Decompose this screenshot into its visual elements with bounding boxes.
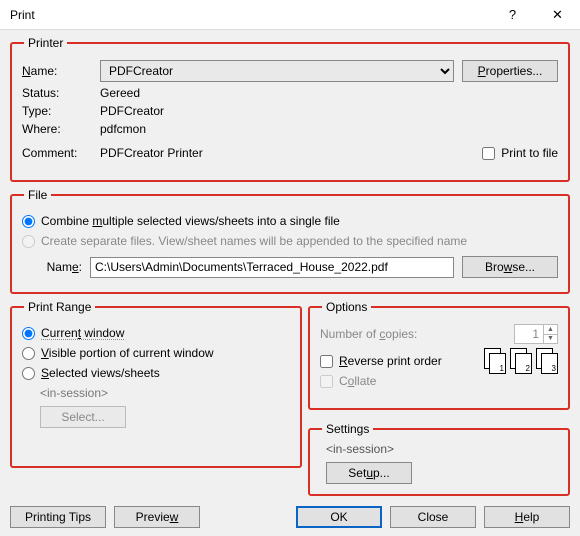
options-legend: Options [322, 300, 371, 314]
collate-check: Collate [320, 374, 476, 388]
copies-spinner: 1 ▲▼ [514, 324, 558, 344]
type-label: Type: [22, 104, 92, 118]
reverse-checkbox[interactable] [320, 355, 333, 368]
file-name-label: Name: [22, 260, 82, 274]
current-window-radio[interactable]: Current window [22, 326, 290, 340]
collate-icons: 1 2 3 [484, 348, 558, 374]
separate-label: Create separate files. View/sheet names … [41, 234, 467, 248]
visible-portion-label: Visible portion of current window [41, 346, 214, 360]
footer: Printing Tips Preview OK Close Help [10, 502, 570, 528]
spinner-down[interactable]: ▼ [544, 334, 557, 344]
separate-radio-input [22, 235, 35, 248]
preview-button[interactable]: Preview [114, 506, 200, 528]
page-icon: 3 [536, 348, 558, 374]
printer-legend: Printer [24, 36, 67, 50]
help-button[interactable]: ? [490, 0, 535, 30]
titlebar: Print ? ✕ [0, 0, 580, 30]
setup-button[interactable]: Setup... [326, 462, 412, 484]
printer-group: Printer Name: PDFCreator Properties... S… [10, 36, 570, 182]
printer-name-label: Name: [22, 64, 92, 78]
where-value: pdfcmon [100, 122, 146, 136]
combine-radio-input[interactable] [22, 215, 35, 228]
combine-label: Combine multiple selected views/sheets i… [41, 214, 340, 228]
selected-views-label: Selected views/sheets [41, 366, 160, 380]
reverse-check[interactable]: Reverse print order [320, 354, 476, 368]
options-group: Options Number of copies: 1 ▲▼ Reverse p… [308, 300, 570, 410]
window-title: Print [10, 8, 490, 22]
collate-label: Collate [339, 374, 376, 388]
collate-checkbox [320, 375, 333, 388]
print-range-legend: Print Range [24, 300, 95, 314]
settings-legend: Settings [322, 422, 373, 436]
file-legend: File [24, 188, 51, 202]
separate-radio: Create separate files. View/sheet names … [22, 234, 558, 248]
print-to-file-label: Print to file [501, 146, 558, 160]
help-footer-button[interactable]: Help [484, 506, 570, 528]
current-window-label: Current window [41, 326, 124, 340]
reverse-label: Reverse print order [339, 354, 442, 368]
settings-group: Settings <in-session> Setup... [308, 422, 570, 496]
printing-tips-button[interactable]: Printing Tips [10, 506, 106, 528]
close-button[interactable]: ✕ [535, 0, 580, 30]
select-button: Select... [40, 406, 126, 428]
properties-button[interactable]: Properties... [462, 60, 558, 82]
settings-in-session: <in-session> [326, 442, 558, 456]
combine-radio[interactable]: Combine multiple selected views/sheets i… [22, 214, 558, 228]
file-path-input[interactable] [90, 257, 454, 278]
printer-name-select[interactable]: PDFCreator [100, 60, 454, 82]
visible-portion-radio-input[interactable] [22, 347, 35, 360]
status-label: Status: [22, 86, 92, 100]
print-to-file-checkbox[interactable] [482, 147, 495, 160]
page-icon: 2 [510, 348, 532, 374]
close-footer-button[interactable]: Close [390, 506, 476, 528]
copies-value: 1 [515, 325, 543, 343]
current-window-radio-input[interactable] [22, 327, 35, 340]
status-value: Gereed [100, 86, 140, 100]
print-range-group: Print Range Current window Visible porti… [10, 300, 302, 468]
type-value: PDFCreator [100, 104, 164, 118]
comment-label: Comment: [22, 146, 92, 160]
file-group: File Combine multiple selected views/she… [10, 188, 570, 294]
ok-button[interactable]: OK [296, 506, 382, 528]
selected-views-radio-input[interactable] [22, 367, 35, 380]
selected-views-radio[interactable]: Selected views/sheets [22, 366, 290, 380]
where-label: Where: [22, 122, 92, 136]
page-icon: 1 [484, 348, 506, 374]
comment-value: PDFCreator Printer [100, 146, 203, 160]
spinner-up[interactable]: ▲ [544, 325, 557, 334]
range-in-session: <in-session> [40, 386, 290, 400]
visible-portion-radio[interactable]: Visible portion of current window [22, 346, 290, 360]
copies-label: Number of copies: [320, 327, 417, 341]
print-to-file-check[interactable]: Print to file [482, 146, 558, 160]
browse-button[interactable]: Browse... [462, 256, 558, 278]
